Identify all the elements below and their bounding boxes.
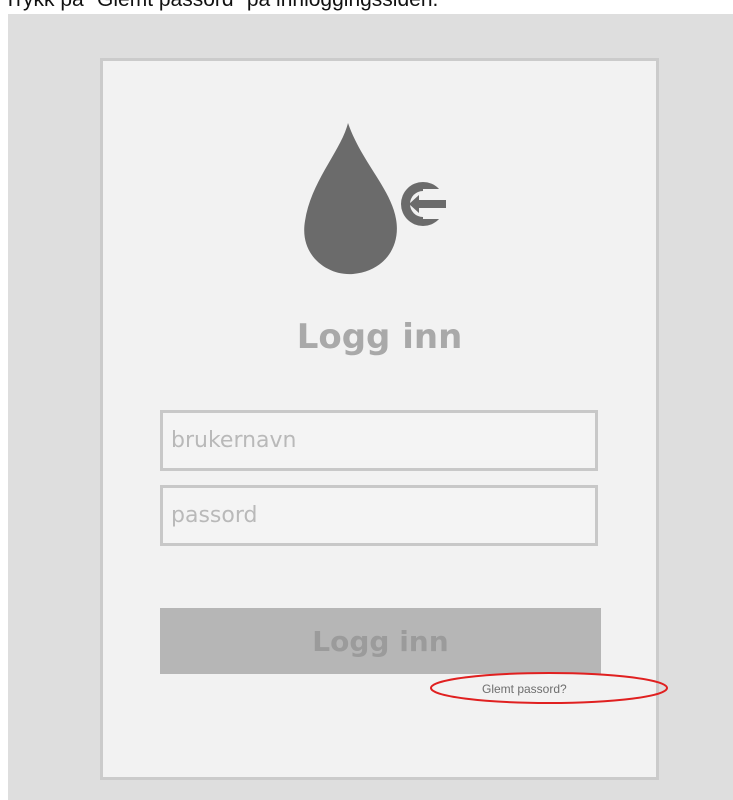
instruction-text: Trykk på "Glemt passord" på innloggingss… — [4, 0, 438, 12]
login-card: Logg inn Logg inn Glemt passord? — [100, 58, 659, 780]
login-screenshot: Logg inn Logg inn Glemt passord? — [8, 14, 733, 800]
water-drop-login-icon — [304, 123, 448, 275]
login-title: Logg inn — [296, 317, 463, 357]
username-input[interactable] — [160, 410, 598, 471]
water-drop-shape — [304, 123, 397, 275]
forgot-password-link[interactable]: Glemt passord? — [482, 682, 567, 696]
login-button[interactable]: Logg inn — [160, 608, 601, 674]
password-input[interactable] — [160, 485, 598, 546]
